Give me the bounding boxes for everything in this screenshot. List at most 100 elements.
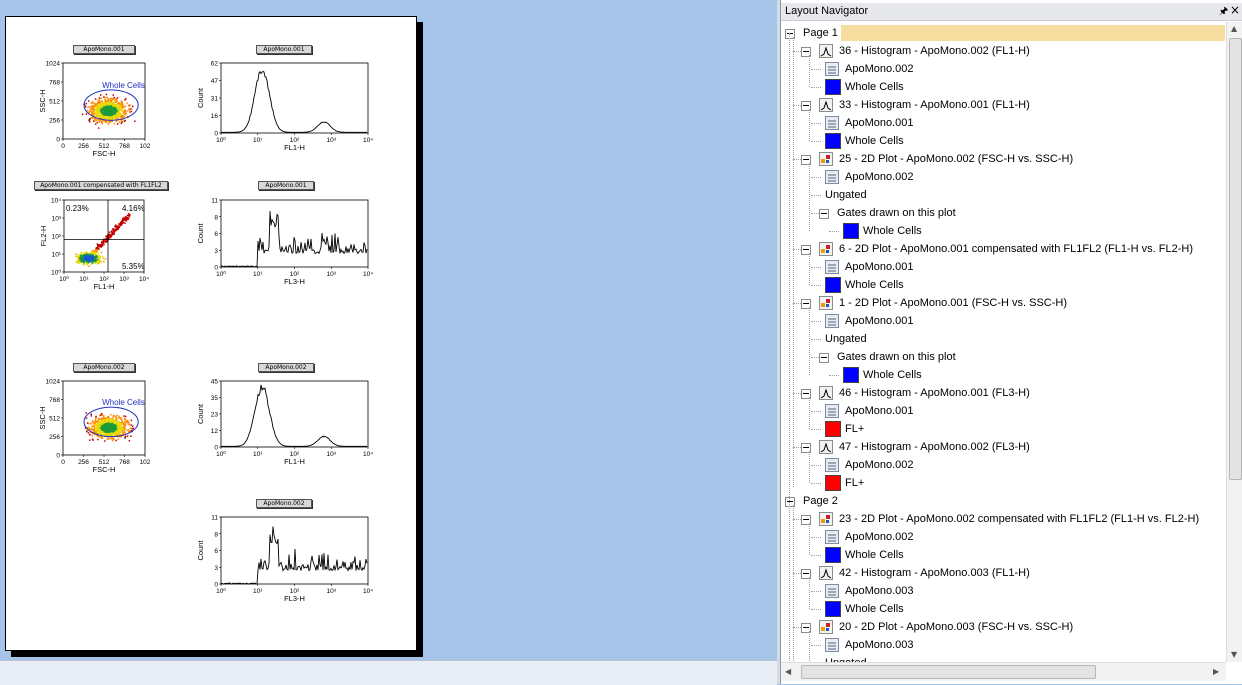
close-icon[interactable]: × — [1230, 3, 1240, 17]
event-dot — [78, 254, 80, 256]
event-dot — [117, 117, 119, 120]
event-dot — [88, 260, 91, 262]
event-dot — [111, 113, 113, 115]
navigator-vertical-scrollbar[interactable]: ▲ ▼ — [1226, 22, 1242, 662]
horizontal-scroll-thumb[interactable] — [801, 665, 1096, 679]
tree-plot-node[interactable]: 23 - 2D Plot - ApoMono.002 compensated w… — [781, 510, 1226, 528]
tree-sample-node[interactable]: ApoMono.003 — [781, 636, 1226, 654]
event-dot — [94, 420, 96, 422]
event-dot — [115, 110, 117, 112]
scroll-right-arrow-icon[interactable]: ▶ — [1213, 667, 1219, 676]
tree-gate-node[interactable]: Whole Cells — [781, 366, 1226, 384]
event-dot — [111, 427, 113, 429]
tree-text-node[interactable]: Ungated — [781, 186, 1226, 204]
event-dot — [96, 115, 99, 118]
tree-page-node[interactable]: Page 1 — [781, 24, 1226, 42]
x-tick-label: 10¹ — [79, 276, 89, 283]
event-dot — [105, 114, 108, 116]
event-dot — [104, 428, 106, 431]
vertical-scroll-thumb[interactable] — [1229, 38, 1242, 480]
event-dot — [94, 123, 97, 125]
tree-sample-node[interactable]: ApoMono.001 — [781, 402, 1226, 420]
plot-title-tag[interactable]: ApoMono.002 — [73, 363, 135, 372]
event-dot — [86, 422, 89, 424]
tree-gate-node[interactable]: Whole Cells — [781, 78, 1226, 96]
tree-text-node[interactable]: Ungated — [781, 330, 1226, 348]
tree-node-label: Whole Cells — [863, 225, 922, 237]
scroll-left-arrow-icon[interactable]: ◀ — [785, 667, 791, 676]
event-dot — [95, 251, 97, 254]
event-dot — [107, 100, 109, 102]
tree-connector — [811, 537, 821, 538]
plot-title-tag[interactable]: ApoMono.002 — [258, 363, 314, 372]
plot-title-tag[interactable]: ApoMono.002 — [256, 499, 312, 508]
histogram-plot[interactable]: 62 47 31 16 0 10⁰ 10¹ 10² 10³ 10⁴ FL1-H Count — [191, 59, 376, 159]
tree-plot-node[interactable]: 1 - 2D Plot - ApoMono.001 (FSC-H vs. SSC… — [781, 294, 1226, 312]
y-tick-label: 6 — [214, 231, 218, 238]
event-dot — [97, 262, 99, 264]
canvas-horizontal-scrollbar[interactable] — [0, 660, 777, 685]
plot-title-tag[interactable]: ApoMono.001 compensated with FL1FL2 — [34, 181, 168, 190]
tree-sample-node[interactable]: ApoMono.001 — [781, 258, 1226, 276]
tree-plot-node[interactable]: 20 - 2D Plot - ApoMono.003 (FSC-H vs. SS… — [781, 618, 1226, 636]
event-dot — [102, 256, 104, 258]
histogram-plot[interactable]: 11 8 6 3 0 10⁰ 10¹ 10² 10³ 10⁴ FL3-H Count — [191, 513, 376, 610]
tree-plot-node[interactable]: 46 - Histogram - ApoMono.001 (FL3-H) — [781, 384, 1226, 402]
tree-gate-node[interactable]: Whole Cells — [781, 132, 1226, 150]
tree-sample-node[interactable]: ApoMono.002 — [781, 168, 1226, 186]
tree-gate-node[interactable]: Whole Cells — [781, 546, 1226, 564]
scroll-up-arrow-icon[interactable]: ▲ — [1231, 24, 1237, 33]
histogram-plot[interactable]: 45 35 23 12 0 10⁰ 10¹ 10² 10³ 10⁴ FL1-H Count — [191, 377, 376, 473]
dot-plot[interactable]: Whole Cells 1024 768 512 256 0 0 256 512 768 102 FS… — [33, 59, 153, 165]
event-dot — [111, 105, 113, 107]
event-dot — [130, 435, 132, 437]
navigator-horizontal-scrollbar[interactable]: ◀ ▶ — [781, 662, 1226, 681]
tree-plot-node[interactable]: 6 - 2D Plot - ApoMono.001 compensated wi… — [781, 240, 1226, 258]
navigator-tree[interactable]: Page 1 36 - Histogram - ApoMono.002 (FL1-… — [781, 22, 1226, 662]
x-tick-label: 10³ — [327, 137, 337, 144]
dot-plot[interactable]: 0.23% 4.16% 5.35% 10⁴ 10³ 10² 10¹ 10⁰ 10⁰ 10¹ 10² 1… — [34, 196, 152, 298]
plot-title-tag[interactable]: ApoMono.001 — [258, 181, 314, 190]
event-dot — [103, 243, 105, 246]
tree-plot-node[interactable]: 25 - 2D Plot - ApoMono.002 (FSC-H vs. SS… — [781, 150, 1226, 168]
tree-page-node[interactable]: Page 2 — [781, 492, 1226, 510]
event-dot — [115, 419, 118, 421]
tree-plot-node[interactable]: 42 - Histogram - ApoMono.003 (FL1-H) — [781, 564, 1226, 582]
tree-gate-node[interactable]: Whole Cells — [781, 222, 1226, 240]
collapse-toggle-icon[interactable] — [819, 353, 829, 363]
event-dot — [110, 120, 112, 123]
tree-sample-node[interactable]: ApoMono.001 — [781, 114, 1226, 132]
event-dot — [86, 255, 88, 257]
tree-sample-node[interactable]: ApoMono.002 — [781, 60, 1226, 78]
scroll-down-arrow-icon[interactable]: ▼ — [1231, 650, 1237, 659]
tree-sample-node[interactable]: ApoMono.002 — [781, 456, 1226, 474]
tree-text-node[interactable]: Gates drawn on this plot — [781, 348, 1226, 366]
x-tick-label: 0 — [61, 459, 65, 466]
tree-sample-node[interactable]: ApoMono.003 — [781, 582, 1226, 600]
event-dot — [99, 424, 101, 427]
plot-title-tag[interactable]: ApoMono.001 — [73, 45, 135, 54]
event-dot — [97, 103, 100, 106]
pin-icon[interactable]: 🖈 — [1219, 4, 1228, 21]
event-dot — [125, 220, 128, 222]
plot-title-tag[interactable]: ApoMono.001 — [256, 45, 312, 54]
layout-page[interactable]: ApoMono.001 Whole Cells 1024 768 512 256 0 0 256… — [5, 16, 417, 651]
tree-text-node[interactable]: Gates drawn on this plot — [781, 204, 1226, 222]
layout-canvas[interactable]: ApoMono.001 Whole Cells 1024 768 512 256 0 0 256… — [0, 0, 777, 660]
tree-sample-node[interactable]: ApoMono.001 — [781, 312, 1226, 330]
tree-sample-node[interactable]: ApoMono.002 — [781, 528, 1226, 546]
histogram-plot[interactable]: 11 8 6 3 0 10⁰ 10¹ 10² 10³ 10⁴ FL3-H Count — [191, 196, 376, 293]
tree-plot-node[interactable]: 33 - Histogram - ApoMono.001 (FL1-H) — [781, 96, 1226, 114]
tree-text-node[interactable]: Ungated — [781, 654, 1226, 662]
tree-gate-node[interactable]: Whole Cells — [781, 276, 1226, 294]
event-dot — [102, 428, 104, 431]
tree-gate-node[interactable]: FL+ — [781, 474, 1226, 492]
tree-gate-node[interactable]: Whole Cells — [781, 600, 1226, 618]
event-dot — [85, 417, 88, 419]
collapse-toggle-icon[interactable] — [819, 209, 829, 219]
event-dot — [99, 102, 102, 104]
tree-plot-node[interactable]: 47 - Histogram - ApoMono.002 (FL3-H) — [781, 438, 1226, 456]
tree-gate-node[interactable]: FL+ — [781, 420, 1226, 438]
tree-plot-node[interactable]: 36 - Histogram - ApoMono.002 (FL1-H) — [781, 42, 1226, 60]
dot-plot[interactable]: Whole Cells 1024 768 512 256 0 0 256 512 768 102 FS… — [33, 377, 153, 481]
